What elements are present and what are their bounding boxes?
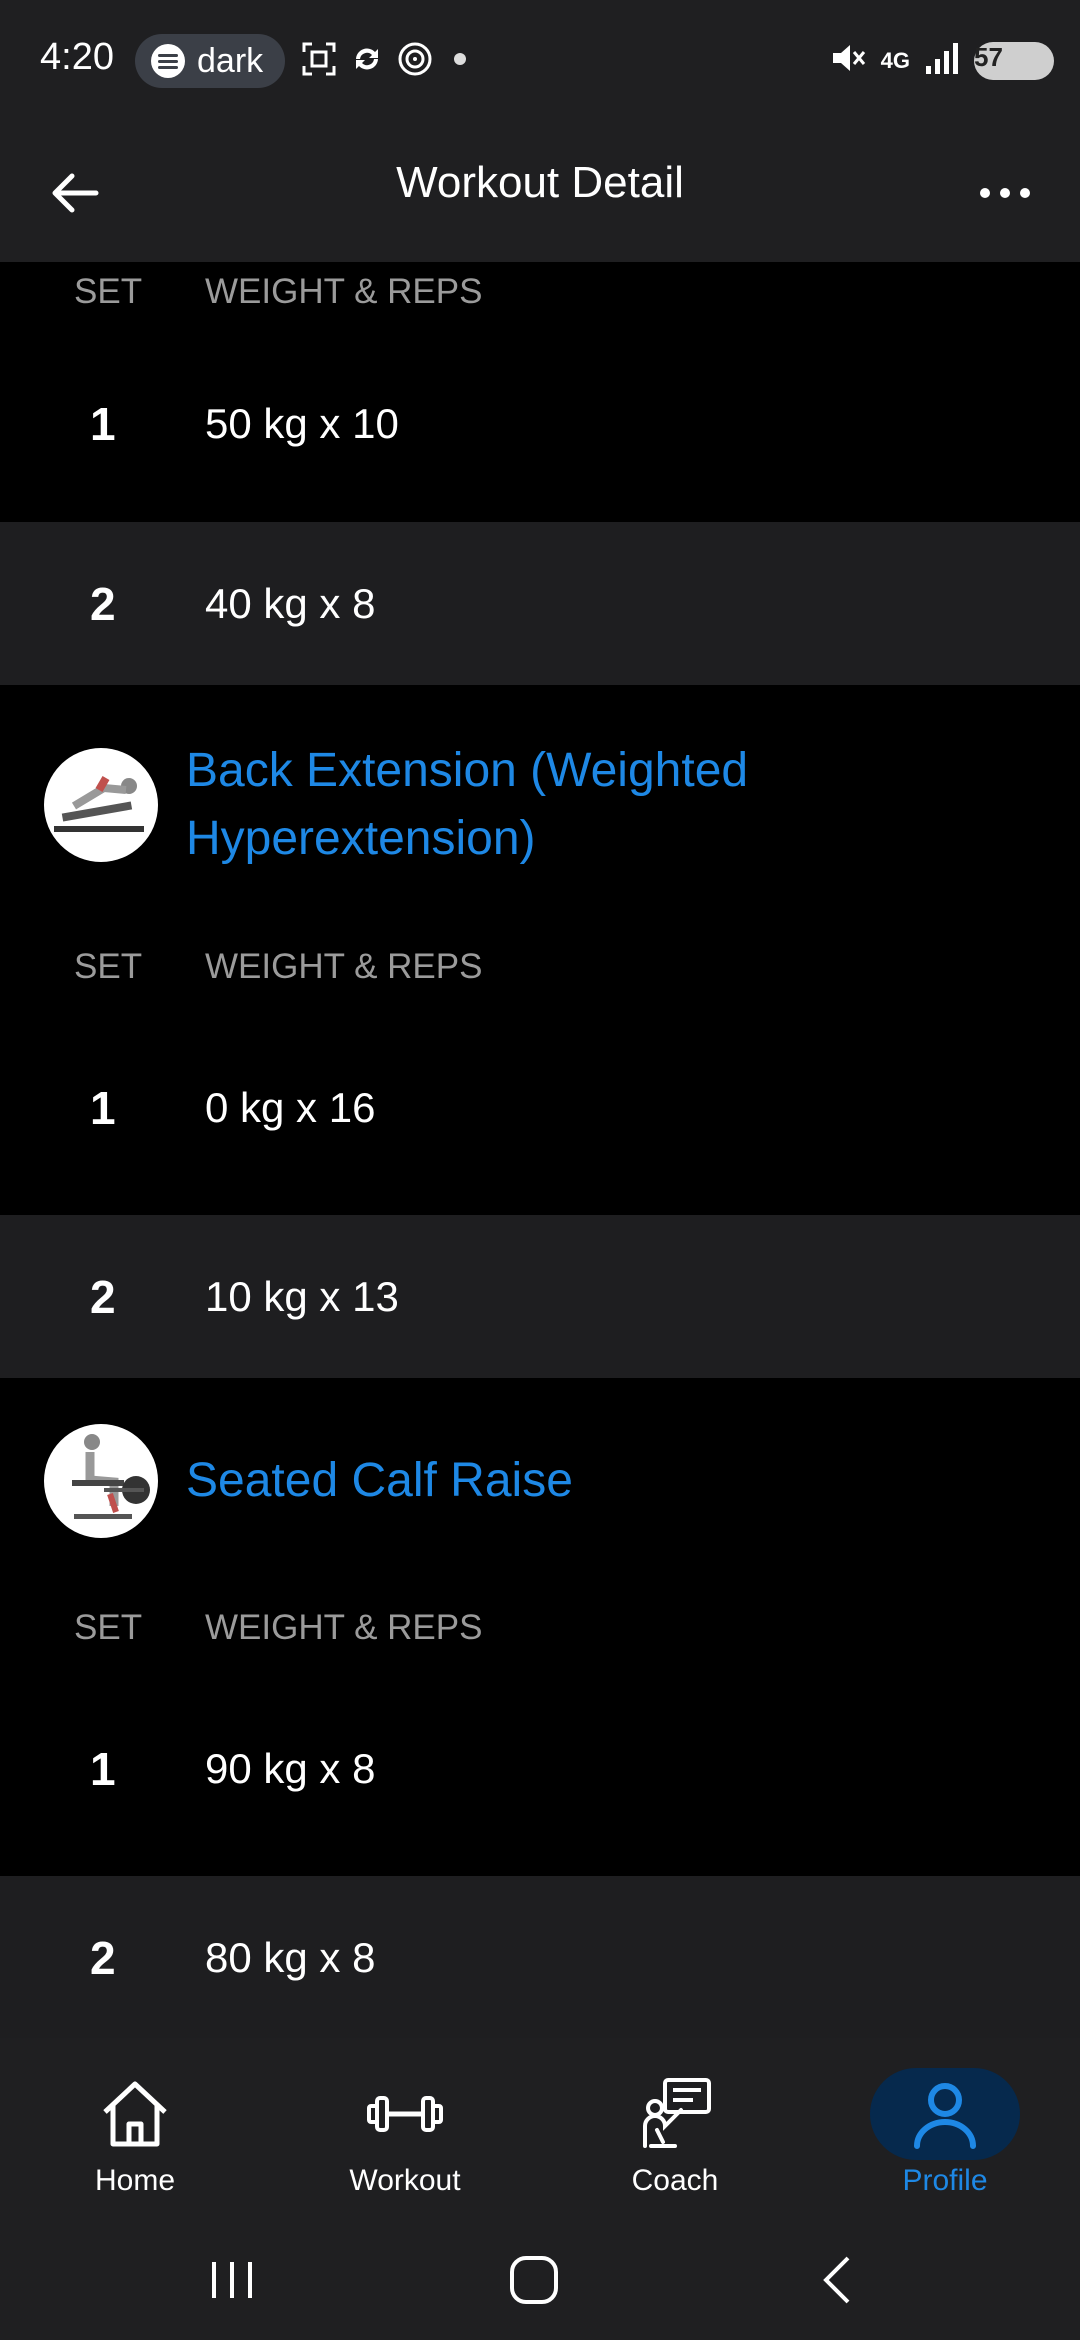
chevron-left-icon: [823, 2256, 850, 2304]
more-notifications-dot: [454, 53, 466, 65]
exercise-header[interactable]: Back Extension (Weighted Hyperextension): [0, 685, 1080, 873]
home-square-icon: [510, 2256, 558, 2304]
system-status-icons: 4G 57: [827, 38, 1054, 83]
threads-icon: [396, 40, 434, 78]
spotify-pill[interactable]: dark: [135, 34, 285, 88]
sync-icon: [348, 40, 386, 78]
set-number: 1: [90, 1743, 116, 1795]
set-value: 80 kg x 8: [205, 1933, 376, 1981]
profile-icon: [870, 2068, 1020, 2160]
recents-button[interactable]: [202, 2250, 262, 2310]
home-system-button[interactable]: [504, 2250, 564, 2310]
exercise-name[interactable]: Back Extension (Weighted Hyperextension): [186, 737, 886, 873]
coach-icon: [600, 2068, 750, 2160]
more-dot-icon: [980, 188, 990, 198]
battery-indicator: 57: [974, 41, 1054, 80]
weight-reps-column-label: WEIGHT & REPS: [205, 1608, 483, 1647]
weight-reps-column-label: WEIGHT & REPS: [205, 272, 483, 311]
bottom-navigation: Home Workout Coach Profile: [0, 2038, 1080, 2220]
nav-workout-label: Workout: [349, 2164, 461, 2197]
notification-icons: [300, 40, 466, 78]
set-number: 2: [90, 577, 116, 630]
set-column-label: SET: [74, 272, 143, 311]
exercise-header[interactable]: Seated Calf Raise: [0, 1378, 1080, 1538]
nav-home[interactable]: Home: [0, 2038, 270, 2220]
set-row: 2 10 kg x 13: [0, 1215, 1080, 1378]
set-row: 1 0 kg x 16: [0, 1001, 1080, 1215]
exercise-name[interactable]: Seated Calf Raise: [186, 1447, 573, 1515]
set-row: 1 90 kg x 8: [0, 1662, 1080, 1876]
screenshot-icon: [300, 40, 338, 78]
exercise-thumbnail: [44, 748, 158, 862]
workout-content[interactable]: SET WEIGHT & REPS 1 50 kg x 10 2 40 kg x…: [0, 262, 1080, 2038]
seated-calf-raise-icon: [72, 1434, 150, 1519]
nav-home-label: Home: [94, 2164, 176, 2197]
dumbbell-icon: [330, 2068, 480, 2160]
back-system-button[interactable]: [808, 2250, 868, 2310]
recents-icon: [212, 2262, 252, 2298]
mute-icon: [827, 38, 867, 83]
nav-profile-label: Profile: [902, 2164, 988, 2197]
nav-workout[interactable]: Workout: [270, 2038, 540, 2220]
set-value: 10 kg x 13: [205, 1272, 399, 1320]
set-column-label: SET: [74, 1608, 143, 1647]
spotify-pill-label: dark: [197, 41, 264, 80]
set-row: 2 40 kg x 8: [0, 522, 1080, 685]
set-value: 90 kg x 8: [205, 1745, 376, 1792]
network-label: 4G: [880, 47, 910, 73]
more-options-button[interactable]: [970, 158, 1040, 228]
status-time: 4:20: [40, 36, 114, 78]
app-header: Workout Detail: [0, 122, 1080, 262]
set-row: 1 50 kg x 10: [0, 326, 1080, 522]
more-dot-icon: [1000, 188, 1010, 198]
status-bar: 4:20 dark 4G 57: [0, 0, 1080, 122]
page-title: Workout Detail: [396, 158, 684, 207]
set-number: 1: [90, 398, 116, 450]
spotify-icon: [151, 44, 185, 78]
set-number: 2: [90, 1931, 116, 1984]
set-number: 2: [90, 1270, 116, 1323]
back-extension-icon: [54, 775, 144, 832]
set-value: 40 kg x 8: [205, 579, 376, 627]
nav-coach-label: Coach: [631, 2164, 719, 2197]
signal-icon: [924, 40, 960, 81]
set-column-label: SET: [74, 947, 143, 986]
more-dot-icon: [1020, 188, 1030, 198]
sets-header: SET WEIGHT & REPS: [0, 1598, 1080, 1662]
exercise-thumbnail: [44, 1424, 158, 1538]
set-row: 2 80 kg x 8: [0, 1876, 1080, 2038]
set-value: 50 kg x 10: [205, 400, 399, 447]
set-value: 0 kg x 16: [205, 1084, 376, 1131]
home-icon: [60, 2068, 210, 2160]
system-navigation-bar: [0, 2220, 1080, 2340]
weight-reps-column-label: WEIGHT & REPS: [205, 947, 483, 986]
nav-coach[interactable]: Coach: [540, 2038, 810, 2220]
nav-profile[interactable]: Profile: [810, 2038, 1080, 2220]
sets-header: SET WEIGHT & REPS: [0, 262, 1080, 326]
sets-header: SET WEIGHT & REPS: [0, 937, 1080, 1001]
set-number: 1: [90, 1082, 116, 1134]
